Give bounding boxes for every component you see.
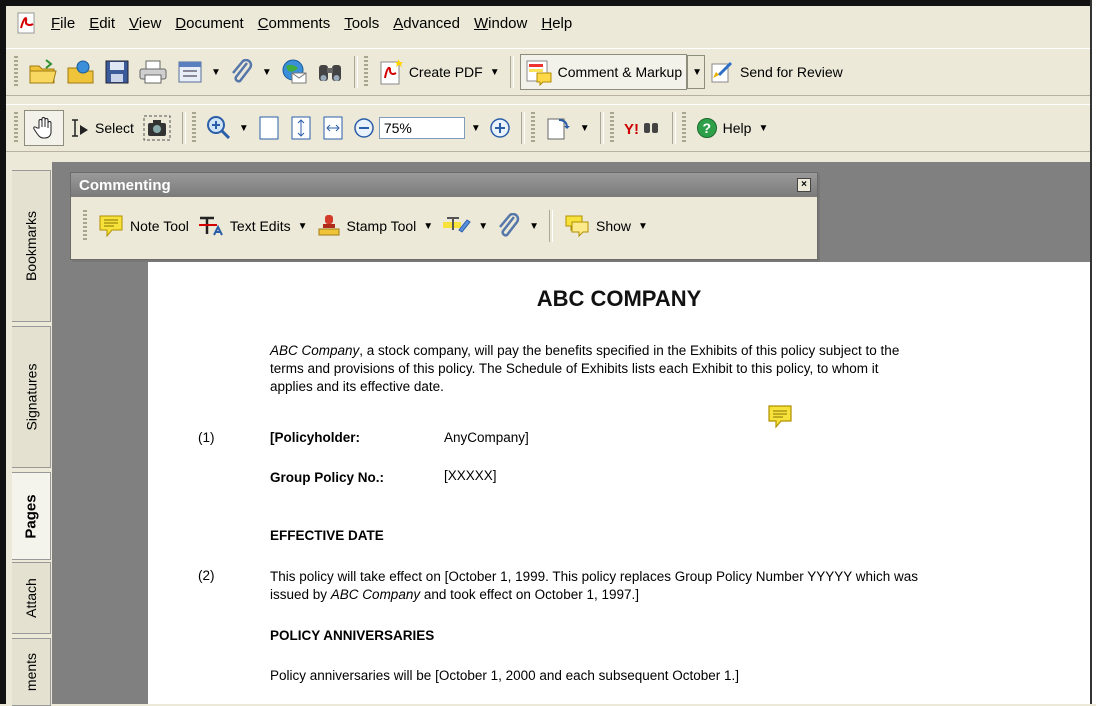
document-content: ABC COMPANY ABC Company, a stock company… (0, 0, 1090, 704)
stamp-icon (318, 215, 340, 236)
item-number-2: (2) (198, 568, 215, 583)
show-comments-icon (565, 215, 589, 238)
text-edits-label: Text Edits (229, 218, 291, 234)
text-edits-icon (198, 216, 223, 236)
highlighter-icon (443, 217, 471, 233)
effective-paragraph: This policy will take effect on [October… (270, 568, 1080, 604)
intro-line-3: applies and its effective date. (270, 379, 444, 394)
note-tool-button[interactable]: Note Tool (93, 209, 193, 243)
commenting-toolbar: Commenting × Note Tool Text Edits ▼ Stam… (70, 172, 818, 260)
show-label: Show (596, 218, 632, 234)
chevron-down-icon: ▼ (478, 220, 489, 232)
stamp-tool-button[interactable]: Stamp Tool ▼ (312, 209, 438, 243)
close-icon[interactable]: × (797, 178, 811, 192)
effective-line-2b: and took effect on October 1, 1997.] (420, 587, 639, 602)
anniversaries-text: Policy anniversaries will be [October 1,… (270, 668, 740, 683)
policyholder-label: [Policyholder: (270, 430, 361, 445)
group-policy-label: Group Policy No.: (270, 470, 385, 485)
company-name-italic: ABC Company (330, 587, 421, 602)
toolbar-grip[interactable] (83, 210, 87, 242)
intro-paragraph: ABC Company, a stock company, will pay t… (270, 342, 1070, 396)
group-policy-value: [XXXXX] (444, 468, 497, 483)
effective-line-1: This policy will take effect on [October… (270, 569, 919, 584)
document-title: ABC COMPANY (536, 286, 702, 311)
commenting-tools: Note Tool Text Edits ▼ Stamp Tool ▼ ▼ ▼ … (71, 197, 817, 255)
attach-file-tool-button[interactable]: ▼ (492, 209, 543, 243)
policy-anniversaries-heading: POLICY ANNIVERSARIES (270, 628, 435, 643)
text-edits-button[interactable]: Text Edits ▼ (193, 209, 312, 243)
commenting-titlebar[interactable]: Commenting × (71, 173, 817, 197)
sticky-note-icon[interactable] (766, 403, 794, 431)
attach-icon (499, 213, 520, 237)
note-icon (99, 215, 123, 238)
intro-line-2: terms and provisions of this policy. The… (270, 361, 879, 376)
chevron-down-icon: ▼ (529, 220, 540, 232)
effective-date-heading: EFFECTIVE DATE (270, 528, 384, 543)
policyholder-value: AnyCompany] (444, 430, 529, 445)
window-edge (1092, 0, 1096, 704)
stamp-tool-label: Stamp Tool (346, 218, 417, 234)
chevron-down-icon: ▼ (423, 220, 434, 232)
note-tool-label: Note Tool (130, 218, 189, 234)
chevron-down-icon: ▼ (638, 220, 648, 232)
show-button[interactable]: Show ▼ (559, 209, 652, 243)
effective-line-2a: issued by (270, 587, 331, 602)
company-name-italic: ABC Company (270, 343, 360, 358)
toolbar-separator (549, 210, 554, 242)
chevron-down-icon: ▼ (297, 220, 308, 232)
commenting-title: Commenting (79, 176, 171, 194)
highlighter-tool-button[interactable]: ▼ (437, 209, 492, 243)
item-number-1: (1) (198, 430, 215, 445)
intro-line-1: , a stock company, will pay the benefits… (359, 343, 900, 358)
